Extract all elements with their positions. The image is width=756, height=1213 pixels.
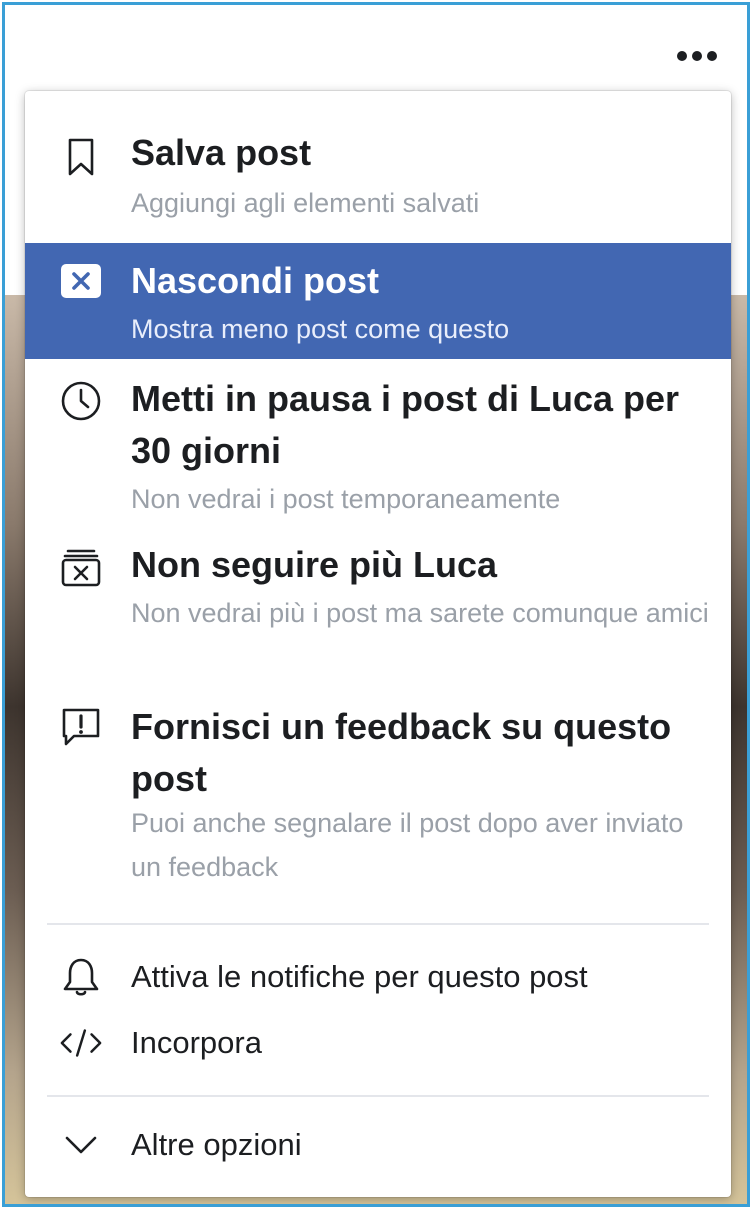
menu-item-title: Metti in pausa i post di Luca per 30 gio… xyxy=(131,378,680,471)
menu-item-description: Puoi anche segnalare il post dopo aver i… xyxy=(131,808,684,882)
post-options-menu: Salva post Aggiungi agli elementi salvat… xyxy=(25,91,731,1197)
menu-item-description: Mostra meno post come questo xyxy=(131,314,510,344)
menu-item-label: Incorpora xyxy=(131,1025,262,1060)
unfollow-icon xyxy=(59,545,103,589)
menu-divider xyxy=(47,923,709,925)
menu-item-label: Attiva le notifiche per questo post xyxy=(131,959,588,994)
menu-item-description: Non vedrai i post temporaneamente xyxy=(131,484,561,514)
more-options-icon[interactable] xyxy=(677,51,717,61)
menu-item-unfollow[interactable]: Non seguire più Luca Non vedrai più i po… xyxy=(25,525,731,683)
menu-item-embed[interactable]: Incorpora xyxy=(25,1011,731,1075)
code-icon xyxy=(59,1021,103,1065)
screenshot-frame: Salva post Aggiungi agli elementi salvat… xyxy=(2,2,750,1207)
menu-item-label: Altre opzioni xyxy=(131,1127,302,1162)
menu-item-title: Salva post xyxy=(131,132,312,173)
menu-item-title: Nascondi post xyxy=(131,260,380,301)
menu-item-title: Fornisci un feedback su questo post xyxy=(131,706,672,799)
clock-icon xyxy=(59,379,103,423)
feedback-icon xyxy=(59,705,103,749)
hide-icon xyxy=(59,259,103,303)
menu-item-description: Non vedrai più i post ma sarete comunque… xyxy=(131,598,709,628)
menu-divider xyxy=(47,1095,709,1097)
chevron-down-icon xyxy=(59,1123,103,1167)
menu-item-more-options[interactable]: Altre opzioni xyxy=(25,1113,731,1177)
menu-item-save-post[interactable]: Salva post Aggiungi agli elementi salvat… xyxy=(25,91,731,243)
menu-item-title: Non seguire più Luca xyxy=(131,544,498,585)
menu-item-hide-post[interactable]: Nascondi post Mostra meno post come ques… xyxy=(25,243,731,359)
bookmark-icon xyxy=(59,135,103,179)
menu-item-feedback[interactable]: Fornisci un feedback su questo post Puoi… xyxy=(25,683,731,905)
menu-item-snooze[interactable]: Metti in pausa i post di Luca per 30 gio… xyxy=(25,359,731,525)
menu-item-notifications[interactable]: Attiva le notifiche per questo post xyxy=(25,945,731,1009)
bell-icon xyxy=(59,955,103,999)
menu-item-description: Aggiungi agli elementi salvati xyxy=(131,188,480,218)
